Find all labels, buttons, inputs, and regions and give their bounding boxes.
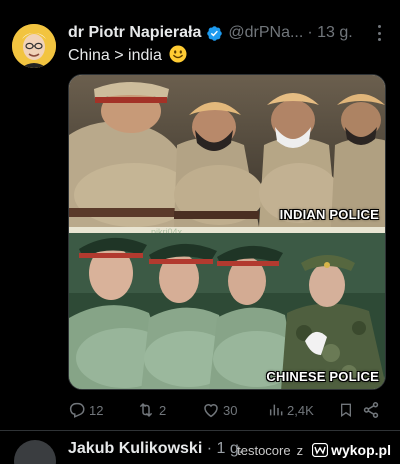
tweet-timestamp[interactable]: · 13 g. [307,24,352,42]
views-button[interactable]: 2,4K [268,402,338,418]
like-button[interactable]: 30 [202,401,268,419]
wykop-logo-icon [312,443,329,457]
share-icon [363,402,379,418]
watermark-user: testocore [237,442,291,458]
wykop-logo: wykop.pl [309,441,394,459]
reply-icon [69,402,85,418]
media-caption-bottom: CHINESE POLICE [266,369,379,384]
tweet-header: dr Piotr Napierała @drPNa... · 13 g. [68,22,382,44]
author-name[interactable]: dr Piotr Napierała [68,24,201,42]
views-count: 2,4K [287,402,314,418]
next-tweet-header: Jakub Kulikowski · 1 g. [68,440,243,458]
tweet-media[interactable]: INDIAN POLICE pikri04x CHINESE POLICE [68,74,386,390]
more-options-icon[interactable] [372,25,386,41]
reply-button[interactable]: 12 [68,401,136,419]
slightly-smiling-face-emoji-icon [169,45,187,63]
author-avatar[interactable] [12,24,56,68]
wykop-site-name: wykop.pl [331,442,391,458]
tweet-screen: dr Piotr Napierała @drPNa... · 13 g. Chi… [0,0,400,464]
tweet-text: China > india [68,45,187,65]
watermark-separator: z [296,442,304,458]
views-chart-icon [269,404,283,416]
author-handle[interactable]: @drPNa... [228,24,303,42]
like-count: 30 [223,402,238,418]
bookmark-icon [341,403,351,417]
retweet-count: 2 [159,402,167,418]
bookmark-button[interactable] [338,401,362,419]
tweet-divider [0,430,400,431]
heart-icon [204,404,218,418]
media-top-panel [69,75,385,227]
media-caption-top: INDIAN POLICE [279,207,379,222]
media-bottom-panel [69,233,385,389]
tweet-body: China > india [68,47,162,64]
share-button[interactable] [362,401,382,419]
next-tweet-author[interactable]: Jakub Kulikowski [68,440,202,457]
reply-count: 12 [89,402,104,418]
verified-badge-icon [207,25,223,41]
tweet-actions-bar: 12 2 30 2,4K [68,400,386,420]
retweet-icon [139,402,153,418]
wykop-watermark: testocore z wykop.pl [237,440,394,460]
retweet-button[interactable]: 2 [136,401,202,419]
next-tweet-avatar[interactable] [14,440,56,464]
